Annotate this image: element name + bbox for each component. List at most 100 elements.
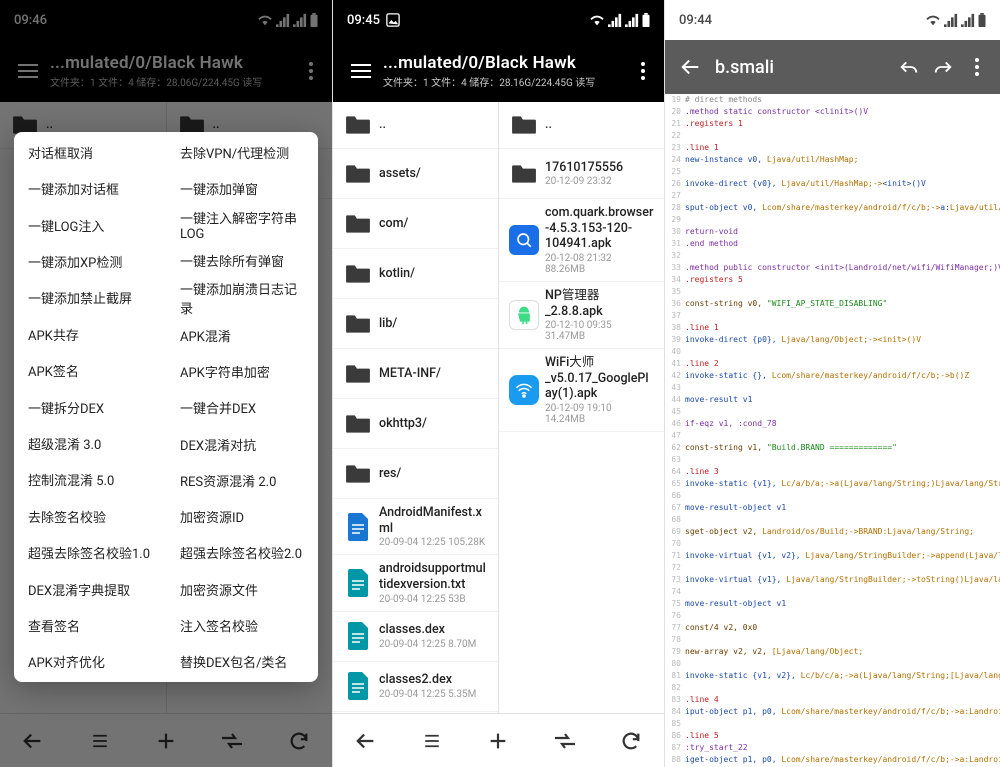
- row-name: kotlin/: [379, 266, 488, 282]
- editor-app-bar: b.smali: [665, 40, 1000, 94]
- nav-list[interactable]: [412, 721, 452, 761]
- signal2-icon: [961, 13, 975, 27]
- folder-row[interactable]: lib/: [333, 299, 498, 349]
- code-view[interactable]: 19# direct methods20.method static const…: [665, 94, 1000, 767]
- dialog-item[interactable]: 控制流混淆 5.0: [14, 462, 166, 498]
- line-content: new-instance v0, Ljava/util/HashMap;: [685, 154, 1000, 166]
- dialog-item[interactable]: 替换DEX包名/类名: [166, 644, 318, 680]
- code-line: 66: [665, 490, 1000, 502]
- line-content: if-eqz v1, :cond_78: [685, 418, 1000, 430]
- dialog-item[interactable]: 一键去除所有弹窗: [166, 243, 318, 279]
- parent-row[interactable]: ..: [499, 102, 664, 149]
- code-line: 26invoke-direct {v0}, Ljava/util/HashMap…: [665, 178, 1000, 190]
- row-text: com.quark.browser-4.5.3.153-120-104941.a…: [545, 205, 654, 275]
- dialog-item[interactable]: APK混淆: [166, 317, 318, 353]
- code-line: 68: [665, 514, 1000, 526]
- line-content: [685, 130, 1000, 142]
- parent-row[interactable]: ..: [333, 102, 498, 149]
- wifi-icon: [589, 14, 605, 26]
- folder-icon: [341, 207, 375, 241]
- dialog-item[interactable]: APK对齐优化: [14, 644, 166, 680]
- row-sub: 20-09-04 12:25 8.70M: [379, 639, 488, 650]
- dialog-item[interactable]: 去除签名校验: [14, 498, 166, 534]
- code-line: 22: [665, 130, 1000, 142]
- folder-row[interactable]: META-INF/: [333, 349, 498, 399]
- dialog-item[interactable]: 一键添加对话框: [14, 170, 166, 206]
- line-content: .method static constructor <clinit>()V: [685, 106, 1000, 118]
- line-number: 25: [665, 166, 685, 178]
- code-line: 64.line 3: [665, 466, 1000, 478]
- bottom-nav: [333, 713, 664, 767]
- file-row[interactable]: com.quark.browser-4.5.3.153-120-104941.a…: [499, 199, 664, 282]
- row-name: classes.dex: [379, 622, 488, 638]
- line-content: .registers 5: [685, 274, 1000, 286]
- apk-icon: [507, 373, 541, 407]
- appbar-title: ...mulated/0/Black Hawk: [383, 53, 628, 73]
- code-line: 30return-void: [665, 226, 1000, 238]
- status-bar: 09:45: [333, 0, 664, 40]
- nav-back[interactable]: [346, 721, 386, 761]
- dialog-item[interactable]: 一键添加崩溃日志记录: [166, 279, 318, 317]
- dialog-item[interactable]: 超强去除签名校验1.0: [14, 534, 166, 570]
- nav-refresh[interactable]: [611, 721, 651, 761]
- redo-button[interactable]: [926, 50, 960, 84]
- dialog-item[interactable]: APK字符串加密: [166, 353, 318, 389]
- menu-button[interactable]: [345, 55, 377, 87]
- file-row[interactable]: classes2.dex20-09-04 12:25 5.35M: [333, 662, 498, 712]
- line-number: 41: [665, 358, 685, 370]
- dialog-item[interactable]: RES资源混淆 2.0: [166, 462, 318, 498]
- folder-row[interactable]: okhttp3/: [333, 399, 498, 449]
- dialog-item[interactable]: 一键添加XP检测: [14, 243, 166, 279]
- code-line: 19# direct methods: [665, 94, 1000, 106]
- more-button[interactable]: [628, 56, 658, 86]
- line-number: 87: [665, 742, 685, 754]
- dialog-item[interactable]: 去除VPN/代理检测: [166, 134, 318, 170]
- row-name: ..: [545, 117, 654, 133]
- dialog-item[interactable]: 注入签名校验: [166, 607, 318, 643]
- more-button[interactable]: [960, 50, 994, 84]
- back-button[interactable]: [675, 51, 707, 83]
- file-row[interactable]: androidsupportmultidexversion.txt20-09-0…: [333, 555, 498, 611]
- nav-swap[interactable]: [545, 721, 585, 761]
- line-content: new-array v2, v2, [Ljava/lang/Object;: [685, 646, 1000, 658]
- file-row[interactable]: classes.dex20-09-04 12:25 8.70M: [333, 612, 498, 662]
- line-number: 62: [665, 442, 685, 454]
- folder-row[interactable]: res/: [333, 449, 498, 499]
- code-line: 21.registers 1: [665, 118, 1000, 130]
- dialog-item[interactable]: 超级混淆 3.0: [14, 425, 166, 461]
- dialog-item[interactable]: 一键拆分DEX: [14, 389, 166, 425]
- file-row[interactable]: NP管理器_2.8.8.apk20-12-10 09:35 31.47MB: [499, 282, 664, 349]
- folder-row[interactable]: kotlin/: [333, 249, 498, 299]
- dialog-item[interactable]: 一键注入解密字符串LOG: [166, 207, 318, 243]
- dialog-item[interactable]: 查看签名: [14, 607, 166, 643]
- line-number: 73: [665, 574, 685, 586]
- dialog-item[interactable]: 一键合并DEX: [166, 390, 318, 426]
- file-panes: ..assets/com/kotlin/lib/META-INF/okhttp3…: [333, 102, 664, 713]
- file-row[interactable]: WiFi大师_v5.0.17_GooglePlay(1).apk20-12-09…: [499, 349, 664, 432]
- dialog-item[interactable]: 加密资源文件: [166, 571, 318, 607]
- code-line: 77const/4 v2, 0x0: [665, 622, 1000, 634]
- dialog-item[interactable]: 对话框取消: [14, 134, 166, 170]
- undo-button[interactable]: [892, 50, 926, 84]
- dialog-item[interactable]: 一键添加弹窗: [166, 170, 318, 206]
- nav-add[interactable]: [478, 721, 518, 761]
- line-number: 76: [665, 610, 685, 622]
- line-content: .end method: [685, 238, 1000, 250]
- folder-row[interactable]: 1761017555620-12-09 23:32: [499, 149, 664, 199]
- line-content: [685, 190, 1000, 202]
- dialog-item[interactable]: APK共存: [14, 316, 166, 352]
- code-line: 80: [665, 658, 1000, 670]
- dialog-item[interactable]: DEX混淆对抗: [166, 426, 318, 462]
- line-content: [685, 346, 1000, 358]
- dialog-item[interactable]: 加密资源ID: [166, 499, 318, 535]
- dialog-item[interactable]: APK签名: [14, 352, 166, 388]
- dialog-item[interactable]: 一键添加禁止截屏: [14, 280, 166, 316]
- folder-row[interactable]: com/: [333, 199, 498, 249]
- line-number: 74: [665, 586, 685, 598]
- dialog-item[interactable]: 超强去除签名校验2.0: [166, 535, 318, 571]
- folder-row[interactable]: assets/: [333, 149, 498, 199]
- dialog-item[interactable]: DEX混淆字典提取: [14, 571, 166, 607]
- line-number: 45: [665, 406, 685, 418]
- dialog-item[interactable]: 一键LOG注入: [14, 207, 166, 243]
- file-row[interactable]: AndroidManifest.xml20-09-04 12:25 105.28…: [333, 499, 498, 555]
